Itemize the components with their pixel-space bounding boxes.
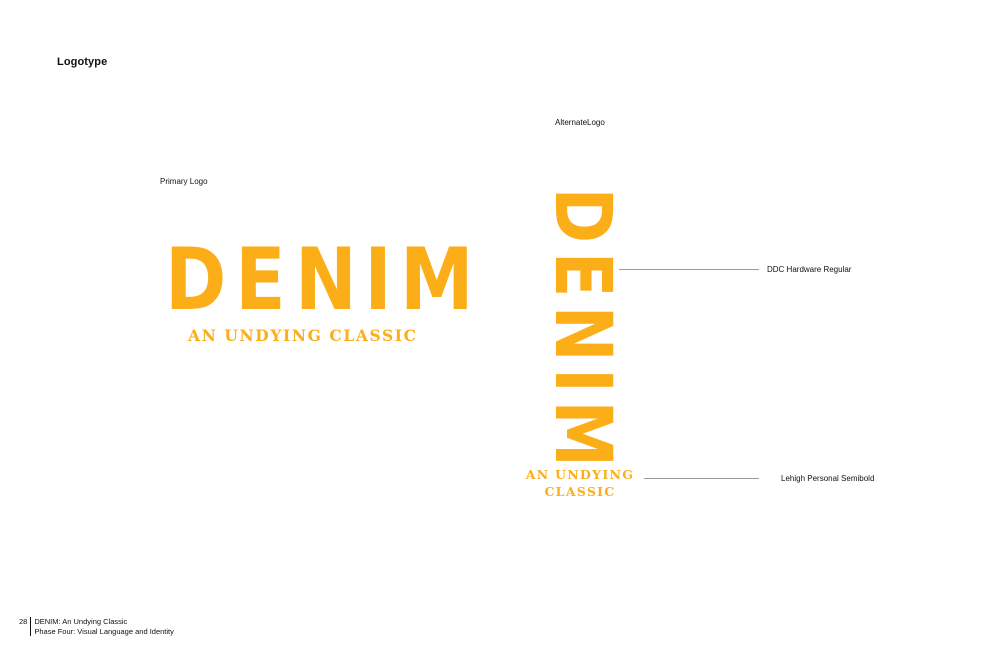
alternate-letter-d: D bbox=[537, 187, 627, 244]
alternate-wordmark-rotated: D E N I M bbox=[537, 183, 627, 468]
section-title: Logotype bbox=[57, 56, 108, 68]
footer-document-title: DENIM: An Undying Classic bbox=[34, 617, 128, 626]
primary-logo-caption: Primary Logo bbox=[160, 177, 208, 186]
alternate-letter-i: I bbox=[537, 368, 627, 394]
primary-logo-tagline: AN UNDYING CLASSIC bbox=[188, 326, 418, 345]
primary-logo-wordmark: D E N I M bbox=[160, 230, 474, 330]
page-footer: 28 DENIM: An Undying Classic Phase Four:… bbox=[19, 617, 174, 636]
alternate-logo-wordmark: D E N I M bbox=[537, 183, 627, 468]
wordmark-font-annotation: DDC Hardware Regular bbox=[767, 265, 852, 274]
alternate-tagline-line2: CLASSIC bbox=[544, 484, 616, 499]
alternate-logo-caption: AlternateLogo bbox=[555, 118, 605, 127]
primary-letter-e: E bbox=[235, 230, 287, 330]
wordmark-font-leader-line bbox=[619, 269, 759, 270]
primary-letter-m: M bbox=[400, 230, 474, 330]
primary-letter-d: D bbox=[164, 230, 227, 330]
alternate-letter-n: N bbox=[537, 305, 627, 362]
alternate-logo-tagline: AN UNDYING CLASSIC bbox=[518, 466, 642, 500]
footer-text: DENIM: An Undying Classic Phase Four: Vi… bbox=[34, 617, 174, 636]
page-number: 28 bbox=[19, 617, 32, 636]
primary-letter-n: N bbox=[295, 230, 358, 330]
primary-letter-i: I bbox=[364, 230, 392, 330]
footer-phase-title: Phase Four: Visual Language and Identity bbox=[34, 626, 174, 636]
alternate-letter-e: E bbox=[537, 251, 627, 298]
alternate-letter-m: M bbox=[537, 400, 627, 468]
tagline-font-annotation: Lehigh Personal Semibold bbox=[781, 474, 875, 483]
alternate-tagline-line1: AN UNDYING bbox=[525, 467, 635, 482]
tagline-font-leader-line bbox=[644, 478, 759, 479]
